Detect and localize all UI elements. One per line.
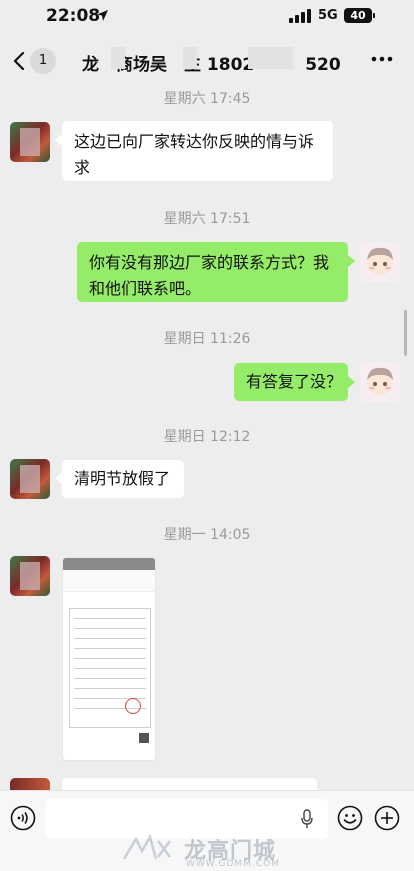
scrollbar[interactable] xyxy=(404,310,407,356)
location-arrow-icon xyxy=(97,10,108,21)
battery-indicator: 40 xyxy=(344,8,372,23)
qr-code-icon xyxy=(139,733,149,743)
unread-count-badge: 1 xyxy=(30,48,56,74)
status-time: 22:08 xyxy=(46,6,101,26)
watermark-logo-icon xyxy=(122,833,171,860)
network-type: 5G xyxy=(318,8,338,23)
message-text: 清明节放假了 xyxy=(74,469,171,488)
bubble-tail xyxy=(55,472,62,484)
chevron-left-icon xyxy=(13,52,25,70)
image-thumb-statusbar xyxy=(63,558,155,570)
image-message[interactable] xyxy=(62,557,156,761)
anime-avatar-icon xyxy=(367,367,393,395)
voice-input-icon[interactable] xyxy=(10,805,36,831)
bubble-tail xyxy=(348,376,355,388)
anime-avatar-icon xyxy=(367,247,393,275)
message-text: 和他们联系吧。 xyxy=(89,279,202,298)
emoji-icon[interactable] xyxy=(337,805,363,831)
name-mosaic xyxy=(183,47,197,69)
message-text: 你有没有那边厂家的联系方式？我 xyxy=(89,253,330,272)
message-timestamp: 星期日 11:26 xyxy=(163,331,251,347)
message-bubble-received[interactable]: 这边已向厂家转达你反映的情与诉 求 xyxy=(62,121,333,181)
message-bubble-received[interactable]: 清明节放假了 xyxy=(62,460,184,498)
watermark: 龙高门城 WWW.GDMM.COM xyxy=(120,833,320,869)
phone-mosaic xyxy=(248,47,293,69)
battery-tip xyxy=(373,13,375,18)
message-bubble-sent[interactable]: 有答复了没？ xyxy=(234,363,348,401)
bubble-tail xyxy=(348,255,355,267)
my-avatar[interactable] xyxy=(360,242,400,282)
more-options-icon[interactable] xyxy=(370,54,394,64)
signal-icon xyxy=(289,9,311,23)
chat-header: 1 龙 商场吴 生 1802 520 xyxy=(0,40,414,80)
contact-avatar[interactable] xyxy=(10,122,50,162)
plus-icon[interactable] xyxy=(374,805,400,831)
message-timestamp: 星期日 12:12 xyxy=(163,429,251,445)
message-timestamp: 星期一 14:05 xyxy=(163,527,251,543)
message-text: 求 xyxy=(74,158,91,177)
microphone-icon[interactable] xyxy=(300,809,314,829)
message-text: 这边已向厂家转达你反映的情与诉 xyxy=(74,132,315,151)
status-bar: 22:08 5G 40 xyxy=(0,0,414,34)
watermark-url: WWW.GDMM.COM xyxy=(186,859,280,869)
my-avatar[interactable] xyxy=(360,362,400,402)
red-seal-stamp xyxy=(125,698,141,714)
name-mosaic xyxy=(111,47,125,69)
message-bubble-sent[interactable]: 你有没有那边厂家的联系方式？我 和他们联系吧。 xyxy=(77,242,348,302)
bubble-tail xyxy=(55,134,62,146)
contact-avatar[interactable] xyxy=(10,459,50,499)
contact-avatar[interactable] xyxy=(10,556,50,596)
message-text: 有答复了没？ xyxy=(246,372,343,391)
back-button[interactable]: 1 xyxy=(10,48,60,74)
message-timestamp: 星期六 17:51 xyxy=(163,211,251,227)
image-thumb-header xyxy=(63,570,155,592)
message-timestamp: 星期六 17:45 xyxy=(163,91,251,107)
